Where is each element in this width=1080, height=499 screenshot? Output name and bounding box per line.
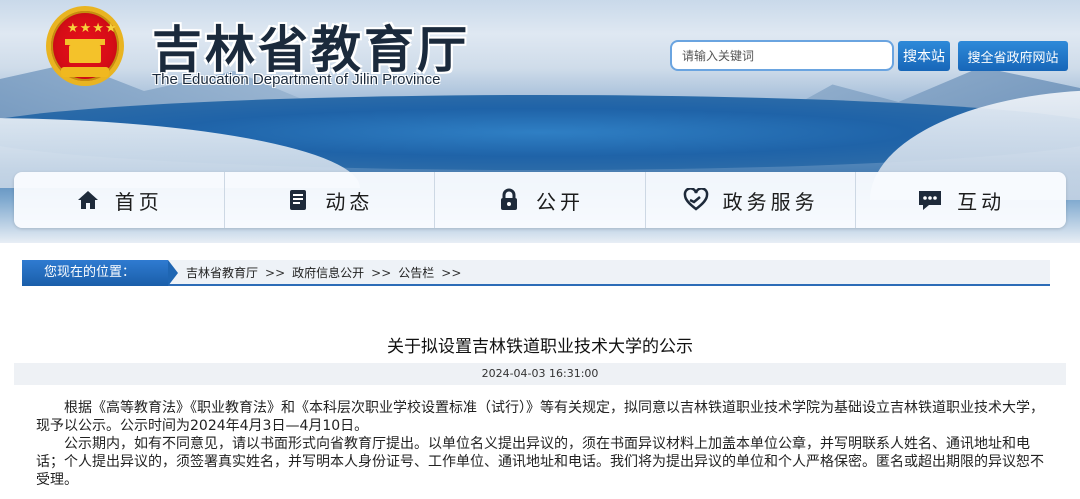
nav-label: 互动 — [957, 189, 1006, 214]
search-all-gov-button[interactable]: 搜全省政府网站 — [958, 41, 1068, 71]
nav-label: 首页 — [114, 189, 163, 214]
article-body: 根据《高等教育法》《职业教育法》和《本科层次职业学校设置标准（试行）》等有关规定… — [36, 399, 1048, 489]
article-title: 关于拟设置吉林铁道职业技术大学的公示 — [387, 337, 693, 357]
nav-label: 政务服务 — [722, 189, 819, 214]
search-site-button[interactable]: 搜本站 — [898, 41, 950, 71]
nav-label: 公开 — [535, 189, 584, 214]
chat-icon — [917, 187, 943, 213]
document-icon — [285, 187, 311, 213]
nav-item-interact[interactable]: 互动 — [856, 172, 1066, 228]
site-title-english: The Education Department of Jilin Provin… — [152, 71, 441, 88]
breadcrumb-link-notices[interactable]: 公告栏 — [398, 260, 434, 286]
main-content: 您现在的位置： 吉林省教育厅 >> 政府信息公开 >> 公告栏 >> 关于拟设置… — [0, 243, 1080, 499]
breadcrumb-link-home[interactable]: 吉林省教育厅 — [186, 260, 258, 286]
article-paragraph: 根据《高等教育法》《职业教育法》和《本科层次职业学校设置标准（试行）》等有关规定… — [36, 400, 1044, 434]
nav-item-home[interactable]: 首页 — [14, 172, 225, 228]
breadcrumb-link-gov-info[interactable]: 政府信息公开 — [292, 260, 364, 286]
search-input[interactable] — [670, 40, 894, 71]
header-banner: ★★★★ 吉林省教育厅 The Education Department of … — [0, 0, 1080, 243]
national-emblem-logo: ★★★★ — [46, 6, 124, 86]
nav-item-public[interactable]: 公开 — [435, 172, 646, 228]
nav-label: 动态 — [325, 189, 374, 214]
breadcrumb-separator: >> — [441, 266, 462, 280]
heart-hands-icon — [683, 187, 709, 213]
article-paragraph: 公示期内，如有不同意见，请以书面形式向省教育厅提出。以单位名义提出异议的，须在书… — [36, 436, 1044, 488]
lock-icon — [496, 187, 522, 213]
main-nav: 首页 动态 公开 政务服务 互动 — [14, 172, 1066, 228]
nav-item-services[interactable]: 政务服务 — [646, 172, 857, 228]
breadcrumb: 您现在的位置： 吉林省教育厅 >> 政府信息公开 >> 公告栏 >> — [22, 260, 1050, 286]
breadcrumb-separator: >> — [265, 266, 286, 280]
article-date: 2024-04-03 16:31:00 — [14, 363, 1066, 385]
breadcrumb-separator: >> — [371, 266, 392, 280]
breadcrumb-label: 您现在的位置： — [22, 260, 178, 286]
nav-item-news[interactable]: 动态 — [225, 172, 436, 228]
home-icon — [75, 187, 101, 213]
